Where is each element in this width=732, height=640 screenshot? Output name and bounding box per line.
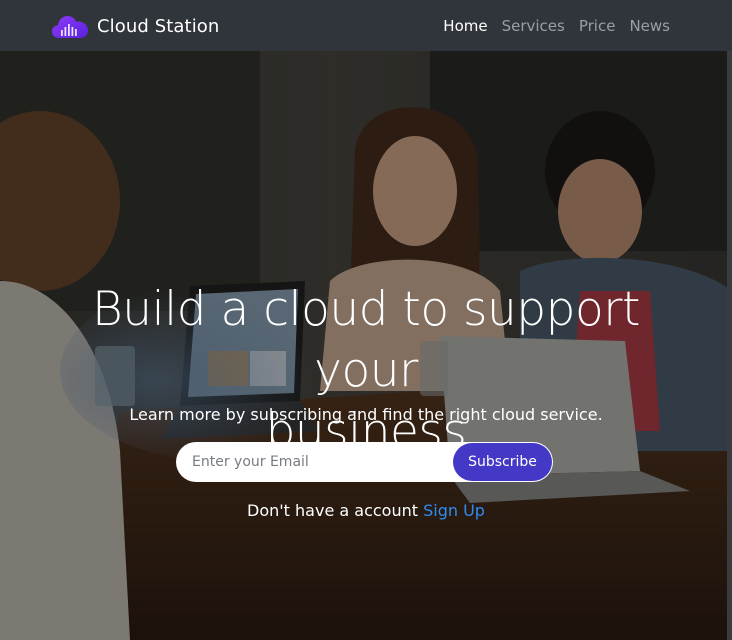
nav-links: Home Services Price News — [429, 0, 670, 51]
subscribe-form: Subscribe — [176, 442, 553, 482]
nav-link-services[interactable]: Services — [502, 17, 565, 35]
page: Cloud Station Home Services Price News B… — [0, 0, 732, 640]
email-input[interactable] — [176, 442, 456, 482]
hero-title: Build a cloud to support your business — [40, 279, 692, 462]
sign-up-link[interactable]: Sign Up — [423, 501, 485, 520]
hero-section: Build a cloud to support your business Le… — [0, 51, 732, 640]
subscribe-button[interactable]: Subscribe — [453, 443, 552, 481]
hero-subtitle: Learn more by subscribing and find the r… — [129, 405, 603, 424]
signup-prompt: Don't have a account — [247, 501, 419, 520]
brand-name: Cloud Station — [97, 15, 220, 37]
brand[interactable]: Cloud Station — [52, 12, 219, 40]
nav-link-news[interactable]: News — [629, 17, 670, 35]
nav-link-home[interactable]: Home — [443, 17, 487, 35]
nav-link-price[interactable]: Price — [579, 17, 616, 35]
signup-line: Don't have a account Sign Up — [0, 501, 732, 520]
cloud-bars-icon — [52, 16, 88, 38]
hero-title-line1: Build a cloud to support your — [92, 282, 640, 398]
hero-content: Build a cloud to support your business Le… — [0, 51, 732, 640]
navbar: Cloud Station Home Services Price News — [0, 0, 732, 51]
